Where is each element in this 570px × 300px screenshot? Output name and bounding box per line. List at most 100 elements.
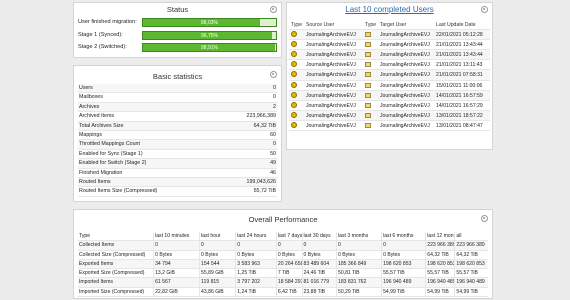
column-header[interactable]: last 7 days [275,232,302,242]
type-cell [365,91,378,101]
source-user-cell: JournalingArchiveEVJ [306,92,356,99]
gear-icon[interactable] [270,6,277,13]
stat-value: 49 [270,160,276,167]
type-cell [291,50,305,60]
metric-value: 223 966 389 [454,241,488,251]
metric-value: 0 Bytes [381,250,425,260]
table-row[interactable]: JournalingArchiveEVJ JournalingArchiveEVJ… [289,40,490,51]
user-icon [291,51,297,58]
last-completed-users-panel: Last 10 completed Users Type Source User T… [286,2,493,150]
gear-icon[interactable] [270,71,277,78]
metric-value: 50,29 TiB [336,287,381,298]
table-row[interactable]: JournalingArchiveEVJ JournalingArchiveEVJ… [289,110,490,121]
stat-value: 223,966,389 [246,113,276,120]
status-row: User finished migration: 88,03% [78,18,277,27]
metric-label: Collected Size (Compressed) [79,251,146,258]
metric-value: 34 794 [153,259,199,270]
table-row[interactable]: JournalingArchiveEVJ JournalingArchiveEVJ… [289,50,490,61]
stat-label: Archived Items [79,113,115,120]
metric-value: 64,32 TiB [425,250,454,260]
stat-label: Total Archives Size [79,122,124,129]
column-header[interactable]: Source User [306,20,364,30]
last-update-date-cell: 22/01/2021 05:12:28 [436,32,483,39]
metric-value: 196 940 489 [425,278,454,288]
target-user-cell: JournalingArchiveEVJ [380,112,430,119]
stat-label: Routed Items Size (Compressed) [79,188,158,195]
column-header[interactable]: last 10 minutes [153,232,199,242]
metric-value: 83 489 604 [301,259,336,270]
archive-icon [365,102,371,108]
metric-value: 55,57 TiB [425,269,454,279]
last-update-date-cell: 14/01/2021 16:57:59 [436,92,483,99]
table-row[interactable]: JournalingArchiveEVJ JournalingArchiveEVJ… [289,90,490,101]
table-row: Imported Size (Compressed) 22,82 GiB 43,86… [78,287,488,298]
stat-label: Users [79,85,93,91]
status-row: Stage 2 (Switched): 98,91% [78,43,277,52]
type-cell [291,81,305,91]
status-label: Stage 1 (Synced): [78,31,123,38]
column-header[interactable]: Type [291,20,305,30]
last-completed-users-link[interactable]: Last 10 completed Users [345,5,434,14]
basic-statistics-table: Users 0 Mailboxes 0 Archives 2 Archived Items 2… [78,84,277,197]
progress-bar: 88,03% [142,18,277,27]
column-header[interactable]: last 24 hours [235,232,276,242]
source-user-cell: JournalingArchiveEVJ [306,32,356,39]
table-row[interactable]: JournalingArchiveEVJ JournalingArchiveEVJ… [289,101,490,111]
table-row[interactable]: JournalingArchiveEVJ JournalingArchiveEVJ… [289,60,490,71]
source-user-cell: JournalingArchiveEVJ [306,62,356,69]
target-user-cell: JournalingArchiveEVJ [380,102,430,109]
column-header[interactable]: Target User [380,20,435,30]
metric-value: 18 584 297 [275,278,302,288]
metric-value: 22,82 GiB [153,287,199,298]
stat-value: 0 [273,141,276,148]
column-header[interactable]: last 6 months [381,232,425,242]
stat-row: Routed Items 199,043,626 [78,177,277,188]
metric-value: 54,99 TiB [381,287,425,298]
metric-label: Exported Items [79,260,114,267]
column-header[interactable]: last 30 days [301,232,336,242]
stat-value: 50 [270,150,276,157]
column-header[interactable]: last hour [199,232,235,242]
metric-value: 23,88 TiB [301,287,336,298]
stat-value: 2 [273,103,276,110]
gear-icon[interactable] [481,6,488,13]
stat-label: Enabled for Sync (Stage 1) [79,150,143,157]
table-row[interactable]: JournalingArchiveEVJ JournalingArchiveEVJ… [289,121,490,132]
metric-value: 0 Bytes [235,250,276,260]
target-user-cell: JournalingArchiveEVJ [380,72,430,79]
column-header[interactable]: Type [365,20,378,30]
user-icon [291,61,297,68]
stat-value: 60 [270,131,276,138]
last-update-date-cell: 13/01/2021 08:47:47 [436,122,483,129]
user-icon [291,101,297,108]
archive-icon [365,122,371,128]
type-cell [365,111,378,121]
column-header[interactable]: last 12 months [425,232,454,242]
metric-value: 54,99 TiB [425,287,454,298]
metric-value: 119 815 [199,278,235,288]
archive-icon [365,82,371,88]
type-cell [365,101,378,111]
metric-value: 1,25 TiB [235,269,276,279]
table-row[interactable]: JournalingArchiveEVJ JournalingArchiveEVJ… [289,30,490,41]
table-row[interactable]: JournalingArchiveEVJ JournalingArchiveEVJ… [289,81,490,91]
type-cell [365,50,378,60]
stat-row: Archives 2 [78,102,277,113]
stat-label: Finished Migration [79,169,123,176]
target-user-cell: JournalingArchiveEVJ [380,52,430,59]
users-table: Type Source User Type Target User Last Updat… [289,20,493,132]
gear-icon[interactable] [481,215,488,222]
target-user-cell: JournalingArchiveEVJ [380,32,430,39]
archive-icon [365,42,371,48]
column-header[interactable]: Last Update Date [436,20,493,30]
user-icon [291,121,297,128]
column-header[interactable]: Type [78,232,153,241]
stat-row: Total Archives Size 64,32 TiB [78,121,277,131]
user-icon [291,111,297,118]
column-header[interactable]: last 3 months [336,232,381,242]
type-cell [365,70,378,80]
user-icon [291,41,297,48]
column-header[interactable]: all [454,232,488,242]
metric-value: 0 [199,241,235,251]
table-row[interactable]: JournalingArchiveEVJ JournalingArchiveEVJ… [289,70,490,81]
